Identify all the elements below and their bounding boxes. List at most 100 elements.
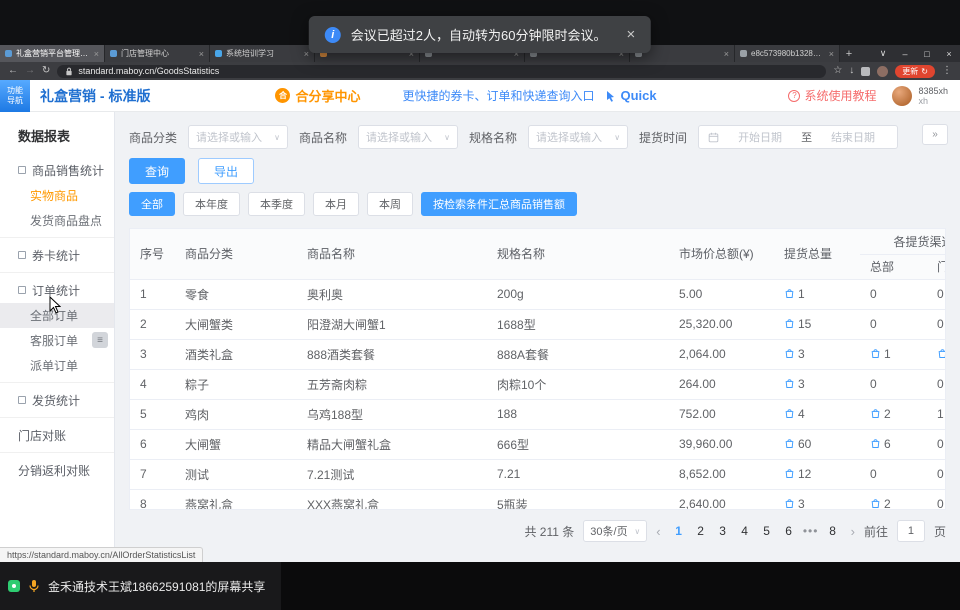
- tab-close-icon[interactable]: ×: [724, 49, 729, 59]
- address-bar[interactable]: standard.maboy.cn/GoodsStatistics: [57, 65, 826, 78]
- cell-store: 0: [927, 369, 946, 399]
- menu-kebab-icon[interactable]: ⋮: [942, 66, 952, 76]
- extensions-icon[interactable]: [861, 67, 870, 76]
- quick-filter-本月[interactable]: 本月: [313, 192, 359, 216]
- page-number-6[interactable]: 6: [780, 524, 798, 538]
- summary-button[interactable]: 按检索条件汇总商品销售额: [421, 192, 577, 216]
- browser-tab[interactable]: e8c573980b1328a258fd2e6f×: [735, 45, 840, 62]
- cell-hq: 2: [860, 489, 927, 510]
- quick-filter-全部[interactable]: 全部: [129, 192, 175, 216]
- cell-value: 666型: [497, 438, 529, 452]
- downloads-icon[interactable]: ↓: [849, 66, 854, 76]
- page-size-value: 30条/页: [590, 523, 627, 539]
- sales-table: 序号 商品分类 商品名称 规格名称 市场价总额(¥) 提货总量 各提货渠道 总部…: [130, 229, 946, 510]
- cell-no: 5: [130, 399, 175, 429]
- browser-tab[interactable]: 礼盒营销平台管理中心×: [0, 45, 105, 62]
- cell-value: 7.21: [497, 467, 520, 481]
- update-button[interactable]: 更新↻: [895, 65, 935, 78]
- cell-total: 25,320.00: [669, 309, 774, 339]
- forward-icon[interactable]: →: [25, 66, 35, 76]
- pickup-bag-icon: [784, 468, 795, 479]
- window-maximize-button[interactable]: □: [916, 45, 938, 62]
- select-placeholder: 请选择或输入: [196, 129, 262, 145]
- sidebar-item-订单统计[interactable]: 订单统计: [0, 277, 114, 303]
- tab-close-icon[interactable]: ×: [94, 49, 99, 59]
- pagination: 共 211 条 30条/页 ∨ ‹ 123456•••8 › 前往 页: [129, 520, 946, 542]
- tab-search-icon[interactable]: ∨: [872, 45, 894, 62]
- next-page-icon[interactable]: ›: [851, 524, 855, 539]
- pickup-bag-icon: [870, 498, 881, 509]
- sidebar-item-实物商品[interactable]: 实物商品: [0, 183, 114, 208]
- cell-value: 阳澄湖大闸蟹1: [307, 318, 386, 332]
- tab-close-icon[interactable]: ×: [304, 49, 309, 59]
- sidebar-drag-handle[interactable]: ≡: [92, 332, 108, 348]
- tutorial-link[interactable]: ? 系统使用教程: [788, 87, 876, 104]
- search-button[interactable]: 查询: [129, 158, 185, 184]
- goto-page-input[interactable]: [897, 520, 925, 542]
- page-number-8[interactable]: 8: [824, 524, 842, 538]
- url-text: standard.maboy.cn/GoodsStatistics: [78, 66, 219, 76]
- cell-qty: 1: [774, 279, 860, 309]
- browser-tab[interactable]: 门店管理中心×: [105, 45, 210, 62]
- quick-filter-本季度[interactable]: 本季度: [248, 192, 305, 216]
- cell-value: 0: [937, 377, 944, 391]
- cell-qty: 3: [774, 489, 860, 510]
- page-size-select[interactable]: 30条/页 ∨: [583, 520, 647, 542]
- sidebar-item-发货商品盘点[interactable]: 发货商品盘点: [0, 208, 114, 233]
- page-number-2[interactable]: 2: [692, 524, 710, 538]
- chevron-down-icon: ∨: [274, 133, 280, 142]
- spec-select[interactable]: 请选择或输入 ∨: [528, 125, 628, 149]
- function-nav-badge[interactable]: 功能 导航: [0, 80, 30, 112]
- new-tab-button[interactable]: +: [840, 45, 858, 62]
- product-name-select[interactable]: 请选择或输入 ∨: [358, 125, 458, 149]
- share-center-link[interactable]: 合 合分享中心: [275, 86, 360, 105]
- sidebar-item-分销返利对账[interactable]: 分销返利对账: [0, 457, 114, 483]
- window-minimize-button[interactable]: –: [894, 45, 916, 62]
- sidebar: 数据报表 商品销售统计实物商品发货商品盘点券卡统计订单统计全部订单客服订单派单订…: [0, 112, 115, 562]
- prev-page-icon[interactable]: ‹: [656, 524, 660, 539]
- window-close-button[interactable]: ×: [938, 45, 960, 62]
- back-icon[interactable]: ←: [8, 66, 18, 76]
- cell-no: 4: [130, 369, 175, 399]
- collapse-filters-button[interactable]: »: [922, 124, 948, 145]
- sidebar-menu: 商品销售统计实物商品发货商品盘点券卡统计订单统计全部订单客服订单派单订单发货统计…: [0, 157, 114, 483]
- quick-entry-link[interactable]: 更快捷的券卡、订单和快递查询入口: [402, 87, 594, 104]
- cell-hq: 0: [860, 369, 927, 399]
- quick-filter-本年度[interactable]: 本年度: [183, 192, 240, 216]
- sidebar-item-label: 全部订单: [30, 307, 78, 324]
- reload-icon[interactable]: ↻: [42, 66, 50, 76]
- sidebar-item-门店对账[interactable]: 门店对账: [0, 422, 114, 448]
- page-number-5[interactable]: 5: [758, 524, 776, 538]
- menu-square-icon: [18, 166, 26, 174]
- cell-no: 6: [130, 429, 175, 459]
- sidebar-item-发货统计[interactable]: 发货统计: [0, 387, 114, 413]
- bookmark-star-icon[interactable]: ☆: [833, 66, 842, 76]
- sidebar-item-商品销售统计[interactable]: 商品销售统计: [0, 157, 114, 183]
- sidebar-item-派单订单[interactable]: 派单订单: [0, 353, 114, 378]
- sidebar-item-label: 门店对账: [18, 427, 66, 444]
- quick-button[interactable]: Quick: [606, 88, 656, 103]
- page-number-4[interactable]: 4: [736, 524, 754, 538]
- sidebar-item-全部订单[interactable]: 全部订单: [0, 303, 114, 328]
- toast-close-icon[interactable]: ×: [626, 26, 635, 43]
- tab-close-icon[interactable]: ×: [199, 49, 204, 59]
- export-button[interactable]: 导出: [198, 158, 254, 184]
- table-row: 7测试7.21测试7.218,652.001200: [130, 459, 946, 489]
- page-number-1[interactable]: 1: [670, 524, 688, 538]
- date-start-placeholder: 开始日期: [725, 129, 795, 145]
- tab-close-icon[interactable]: ×: [829, 49, 834, 59]
- cell-name: 五芳斋肉粽: [297, 369, 487, 399]
- page-number-3[interactable]: 3: [714, 524, 732, 538]
- pickup-date-range[interactable]: 开始日期 至 结束日期: [698, 125, 898, 149]
- cell-store: 0: [927, 489, 946, 510]
- sidebar-item-券卡统计[interactable]: 券卡统计: [0, 242, 114, 268]
- username-sub: xh: [918, 96, 948, 106]
- browser-tab[interactable]: 系统培训学习×: [210, 45, 315, 62]
- category-select[interactable]: 请选择或输入 ∨: [188, 125, 288, 149]
- user-avatar[interactable]: [892, 86, 912, 106]
- cell-value: 6: [140, 437, 147, 451]
- cell-total: 2,064.00: [669, 339, 774, 369]
- cell-value: 0: [937, 317, 944, 331]
- browser-profile-avatar[interactable]: [877, 66, 888, 77]
- quick-filter-本周[interactable]: 本周: [367, 192, 413, 216]
